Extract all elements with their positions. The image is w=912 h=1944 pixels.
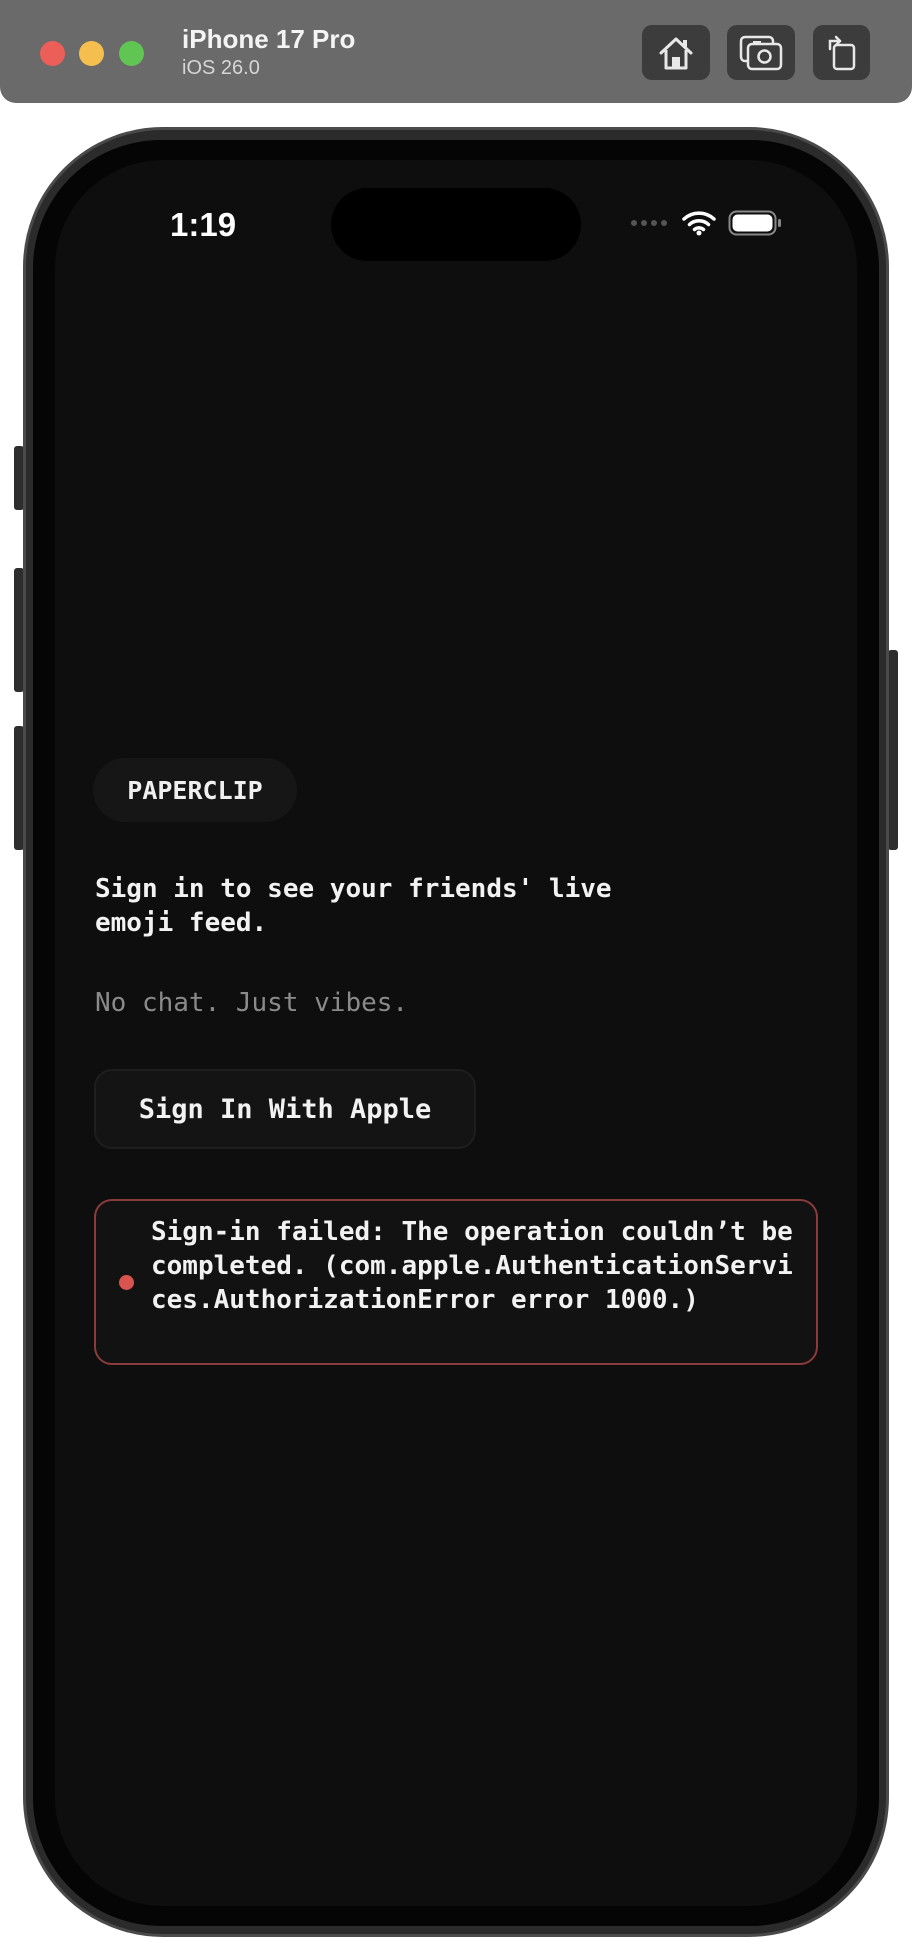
- signal-dots-icon: [631, 220, 667, 226]
- home-button[interactable]: [642, 25, 710, 80]
- side-power-button: [888, 650, 898, 850]
- wifi-icon: [682, 211, 716, 236]
- window-close-button[interactable]: [40, 41, 65, 66]
- rotate-icon: [828, 35, 855, 70]
- rotate-button[interactable]: [813, 25, 870, 80]
- dynamic-island: [331, 188, 581, 261]
- error-indicator-icon: [119, 1275, 134, 1290]
- simulator-toolbar: iPhone 17 Pro iOS 26.0: [0, 0, 912, 103]
- phone-screen: 1:19 PAPERCLIP Sign in to see your frien…: [55, 160, 857, 1906]
- tagline: No chat. Just vibes.: [95, 988, 409, 1018]
- battery-icon: [728, 210, 781, 236]
- screenshot-button[interactable]: [727, 25, 795, 80]
- headline: Sign in to see your friends' live emoji …: [95, 874, 612, 938]
- error-message: Sign-in failed: The operation couldn’t b…: [151, 1217, 793, 1315]
- window-minimize-button[interactable]: [79, 41, 104, 66]
- status-icons: [630, 210, 782, 236]
- status-time: 1:19: [170, 206, 237, 243]
- device-os-version: iOS 26.0: [182, 57, 260, 79]
- device-name: iPhone 17 Pro: [182, 24, 356, 54]
- error-banner: Sign-in failed: The operation couldn’t b…: [94, 1199, 818, 1365]
- window-zoom-button[interactable]: [119, 41, 144, 66]
- screenshot-icon: [739, 35, 783, 70]
- home-icon: [659, 37, 693, 69]
- brand-badge: PAPERCLIP: [93, 758, 297, 822]
- sign-in-with-apple-button[interactable]: Sign In With Apple: [94, 1069, 476, 1149]
